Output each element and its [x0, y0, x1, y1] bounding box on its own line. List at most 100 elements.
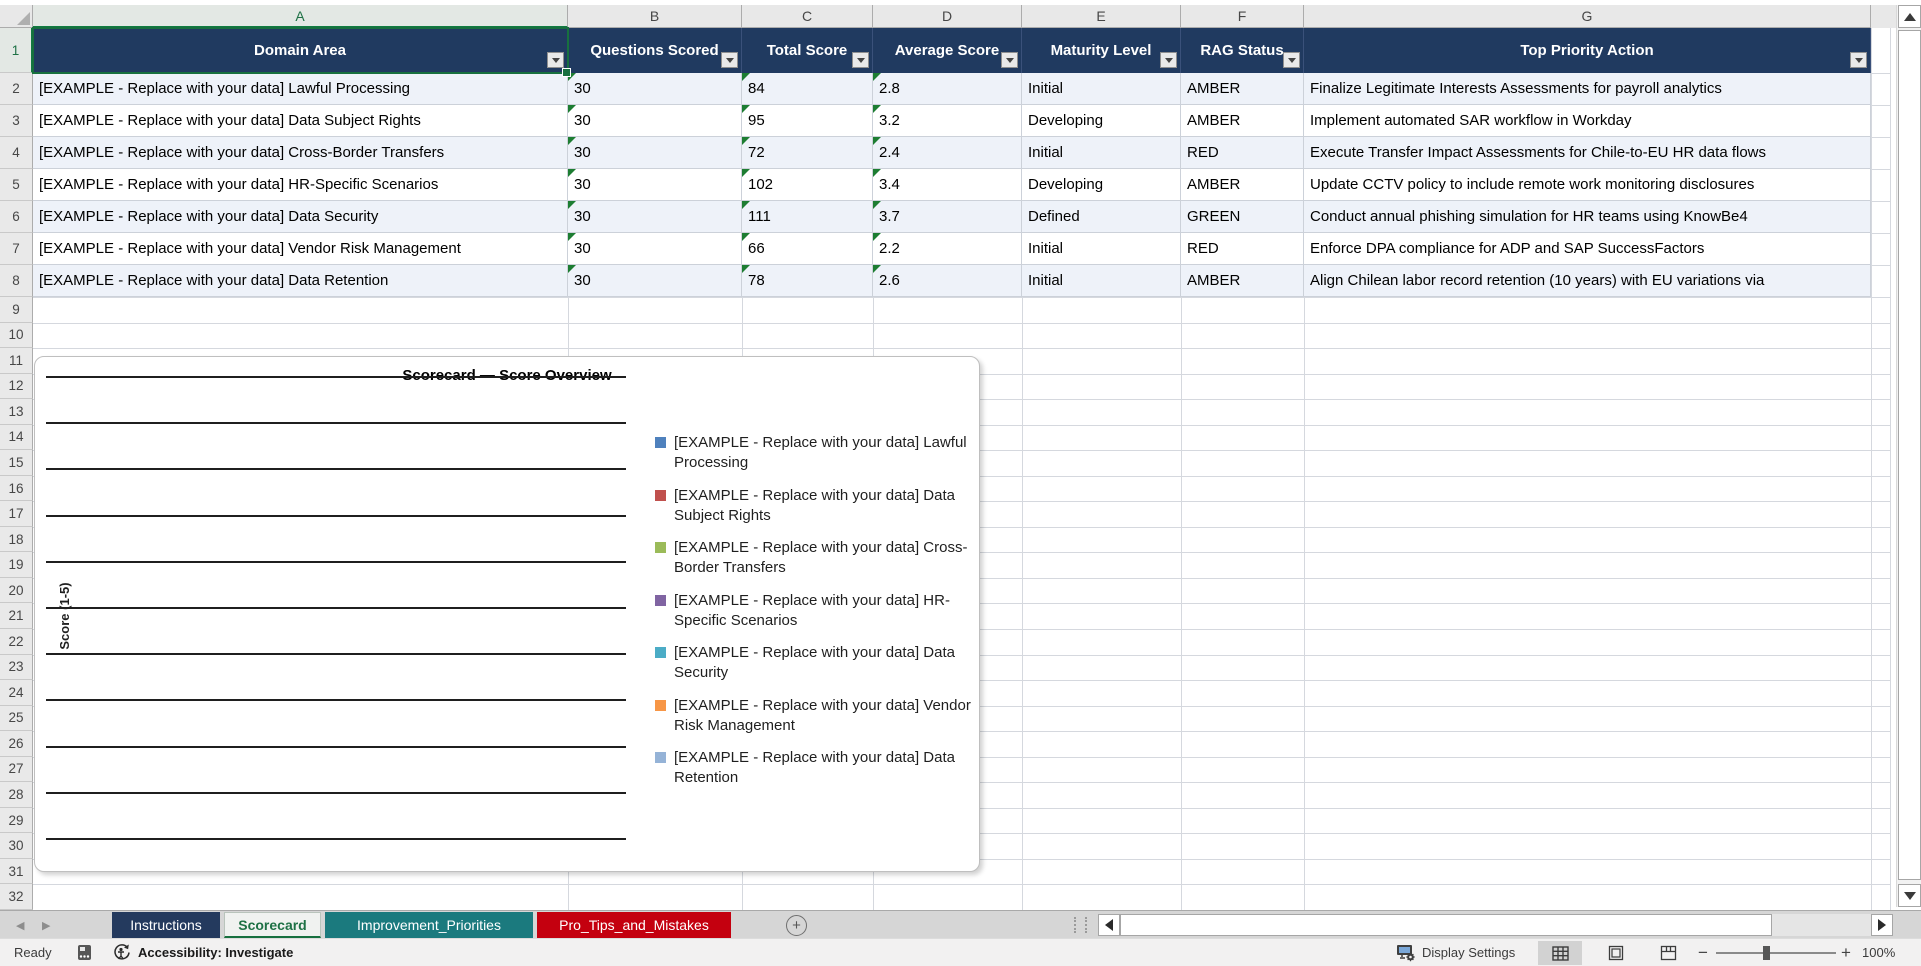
- cell-F6[interactable]: GREEN: [1181, 201, 1304, 233]
- cell-D2[interactable]: 2.8: [873, 73, 1022, 105]
- cell-A2[interactable]: [EXAMPLE - Replace with your data] Lawfu…: [33, 73, 568, 105]
- table-header-questions-scored[interactable]: Questions Scored: [568, 28, 742, 73]
- cell-C8[interactable]: 78: [742, 265, 873, 297]
- cell-G6[interactable]: Conduct annual phishing simulation for H…: [1304, 201, 1871, 233]
- cell-B6[interactable]: 30: [568, 201, 742, 233]
- cell-B5[interactable]: 30: [568, 169, 742, 201]
- selection-fill-handle[interactable]: [562, 68, 571, 77]
- row-header-6[interactable]: 6: [0, 201, 33, 233]
- row-header-25[interactable]: 25: [0, 705, 33, 732]
- cell-D6[interactable]: 3.7: [873, 201, 1022, 233]
- row-header-4[interactable]: 4: [0, 137, 33, 169]
- zoom-out-button[interactable]: −: [1698, 939, 1708, 966]
- row-header-22[interactable]: 22: [0, 629, 33, 655]
- column-header-G[interactable]: G: [1304, 5, 1871, 28]
- table-header-domain-area[interactable]: Domain Area: [32, 27, 571, 77]
- cell-A3[interactable]: [EXAMPLE - Replace with your data] Data …: [33, 105, 568, 137]
- sheet-tab-instructions[interactable]: Instructions: [112, 912, 220, 938]
- column-header-D[interactable]: D: [873, 5, 1022, 28]
- accessibility-status[interactable]: Accessibility: Investigate: [138, 939, 293, 966]
- row-header-1[interactable]: 1: [0, 28, 33, 73]
- score-overview-chart[interactable]: Scorecard — Score Overview Score (1-5) […: [34, 356, 980, 872]
- select-all-corner[interactable]: [0, 5, 33, 28]
- row-header-10[interactable]: 10: [0, 322, 33, 349]
- hscroll-right-button[interactable]: [1871, 914, 1893, 936]
- row-header-31[interactable]: 31: [0, 858, 33, 885]
- vertical-scroll-thumb[interactable]: [1898, 30, 1921, 880]
- filter-button-maturity-level[interactable]: [1160, 52, 1177, 68]
- cell-F4[interactable]: RED: [1181, 137, 1304, 169]
- row-header-5[interactable]: 5: [0, 169, 33, 201]
- row-header-12[interactable]: 12: [0, 373, 33, 400]
- cell-C3[interactable]: 95: [742, 105, 873, 137]
- row-header-28[interactable]: 28: [0, 782, 33, 808]
- cell-A5[interactable]: [EXAMPLE - Replace with your data] HR-Sp…: [33, 169, 568, 201]
- cell-E5[interactable]: Developing: [1022, 169, 1181, 201]
- table-header-maturity-level[interactable]: Maturity Level: [1022, 28, 1181, 73]
- table-header-top-priority-action[interactable]: Top Priority Action: [1304, 28, 1871, 73]
- cell-B4[interactable]: 30: [568, 137, 742, 169]
- cell-A8[interactable]: [EXAMPLE - Replace with your data] Data …: [33, 265, 568, 297]
- zoom-level[interactable]: 100%: [1862, 939, 1895, 966]
- cell-E4[interactable]: Initial: [1022, 137, 1181, 169]
- filter-button-questions-scored[interactable]: [721, 52, 738, 68]
- cell-D5[interactable]: 3.4: [873, 169, 1022, 201]
- row-header-7[interactable]: 7: [0, 233, 33, 265]
- row-header-8[interactable]: 8: [0, 265, 33, 297]
- cell-D4[interactable]: 2.4: [873, 137, 1022, 169]
- cell-D3[interactable]: 3.2: [873, 105, 1022, 137]
- row-header-2[interactable]: 2: [0, 73, 33, 105]
- zoom-slider-track[interactable]: [1716, 952, 1836, 954]
- normal-view-button[interactable]: [1538, 941, 1582, 965]
- row-header-23[interactable]: 23: [0, 654, 33, 681]
- cell-G5[interactable]: Update CCTV policy to include remote wor…: [1304, 169, 1871, 201]
- cell-B8[interactable]: 30: [568, 265, 742, 297]
- cell-F7[interactable]: RED: [1181, 233, 1304, 265]
- cell-C7[interactable]: 66: [742, 233, 873, 265]
- row-header-19[interactable]: 19: [0, 552, 33, 578]
- horizontal-scroll-thumb[interactable]: [1120, 914, 1772, 936]
- row-header-18[interactable]: 18: [0, 526, 33, 553]
- cell-A7[interactable]: [EXAMPLE - Replace with your data] Vendo…: [33, 233, 568, 265]
- sheet-nav-right-icon[interactable]: ▶: [42, 919, 50, 932]
- cell-B7[interactable]: 30: [568, 233, 742, 265]
- cell-G7[interactable]: Enforce DPA compliance for ADP and SAP S…: [1304, 233, 1871, 265]
- zoom-slider-thumb[interactable]: [1763, 946, 1770, 960]
- cell-E8[interactable]: Initial: [1022, 265, 1181, 297]
- sheet-tab-pro-tips-and-mistakes[interactable]: Pro_Tips_and_Mistakes: [537, 912, 731, 938]
- zoom-in-button[interactable]: +: [1841, 939, 1851, 966]
- cell-E7[interactable]: Initial: [1022, 233, 1181, 265]
- sheet-nav-left-icon[interactable]: ◀: [16, 919, 24, 932]
- filter-button-top-priority-action[interactable]: [1850, 52, 1867, 68]
- row-header-30[interactable]: 30: [0, 833, 33, 859]
- sheet-tab-scorecard[interactable]: Scorecard: [224, 912, 321, 938]
- column-header-F[interactable]: F: [1181, 5, 1304, 28]
- cell-G2[interactable]: Finalize Legitimate Interests Assessment…: [1304, 73, 1871, 105]
- scroll-down-button[interactable]: [1898, 884, 1921, 907]
- page-layout-view-button[interactable]: [1594, 941, 1638, 965]
- scroll-up-button[interactable]: [1898, 5, 1921, 28]
- cell-E2[interactable]: Initial: [1022, 73, 1181, 105]
- cell-D7[interactable]: 2.2: [873, 233, 1022, 265]
- cell-G8[interactable]: Align Chilean labor record retention (10…: [1304, 265, 1871, 297]
- cell-G3[interactable]: Implement automated SAR workflow in Work…: [1304, 105, 1871, 137]
- row-header-9[interactable]: 9: [0, 297, 33, 323]
- row-header-21[interactable]: 21: [0, 603, 33, 629]
- table-header-total-score[interactable]: Total Score: [742, 28, 873, 73]
- cell-F3[interactable]: AMBER: [1181, 105, 1304, 137]
- cell-E6[interactable]: Defined: [1022, 201, 1181, 233]
- column-header-A[interactable]: A: [33, 5, 568, 28]
- row-header-27[interactable]: 27: [0, 756, 33, 783]
- cell-C4[interactable]: 72: [742, 137, 873, 169]
- column-header-B[interactable]: B: [568, 5, 742, 28]
- column-header-E[interactable]: E: [1022, 5, 1181, 28]
- new-sheet-button[interactable]: +: [786, 915, 807, 936]
- row-header-11[interactable]: 11: [0, 348, 33, 374]
- row-header-16[interactable]: 16: [0, 475, 33, 502]
- row-header-24[interactable]: 24: [0, 680, 33, 706]
- row-header-32[interactable]: 32: [0, 884, 33, 910]
- cell-A4[interactable]: [EXAMPLE - Replace with your data] Cross…: [33, 137, 568, 169]
- page-break-view-button[interactable]: [1646, 941, 1690, 965]
- cell-E3[interactable]: Developing: [1022, 105, 1181, 137]
- cell-B2[interactable]: 30: [568, 73, 742, 105]
